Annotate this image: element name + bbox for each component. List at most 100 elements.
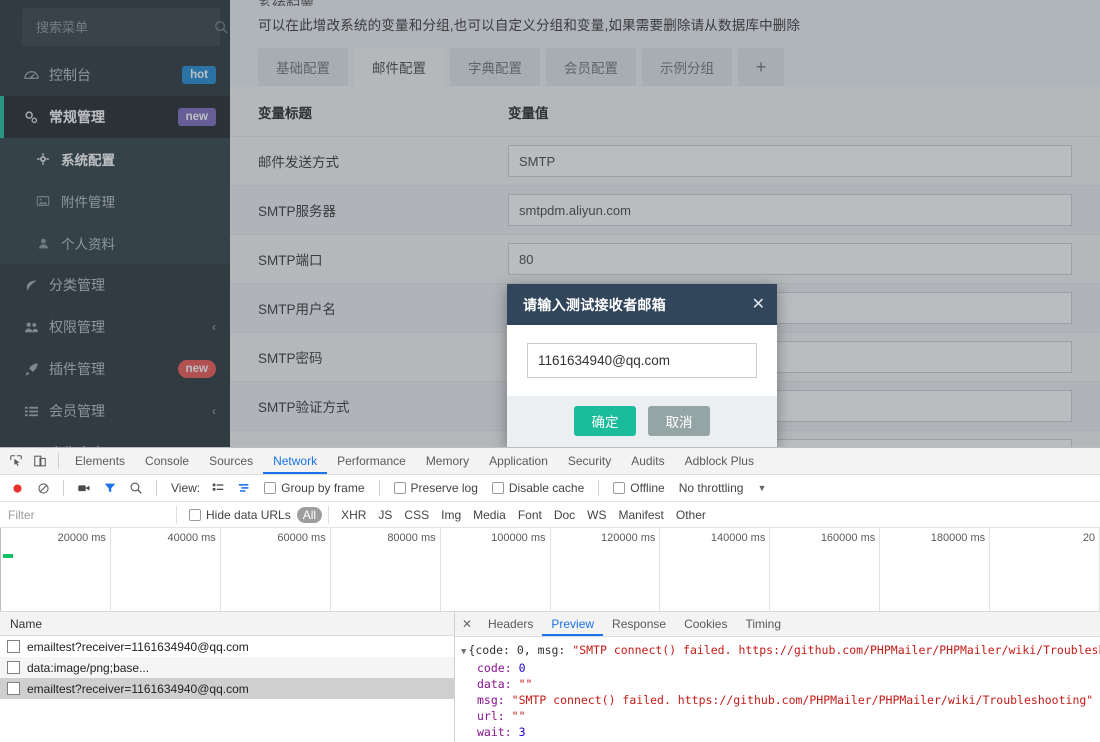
filter-type-manifest[interactable]: Manifest <box>613 507 670 523</box>
close-icon[interactable]: ✕ <box>455 617 479 631</box>
list-icon <box>22 404 40 419</box>
search-input[interactable] <box>34 18 214 36</box>
tab-email-config[interactable]: 邮件配置 <box>354 48 444 86</box>
throttling-value[interactable]: No throttling <box>679 481 744 495</box>
device-toolbar-icon[interactable] <box>28 450 52 472</box>
tab-headers[interactable]: Headers <box>479 612 542 636</box>
cancel-button[interactable]: 取消 <box>648 406 710 436</box>
tab-audits[interactable]: Audits <box>621 448 674 474</box>
divider <box>58 453 59 469</box>
filter-type-css[interactable]: CSS <box>398 507 435 523</box>
filter-type-doc[interactable]: Doc <box>548 507 581 523</box>
filter-type-img[interactable]: Img <box>435 507 467 523</box>
list-item[interactable]: emailtest?receiver=1161634940@qq.com <box>0 678 454 699</box>
close-icon[interactable]: ✕ <box>752 296 765 313</box>
json-summary-row[interactable]: ▼ {code: 0, msg: "SMTP connect() failed. … <box>461 642 1100 660</box>
sidebar-subitem-label: 附件管理 <box>61 195 115 210</box>
record-icon[interactable] <box>5 477 29 499</box>
filter-type-ws[interactable]: WS <box>581 507 612 523</box>
sidebar-item-general-management[interactable]: 常规管理 new <box>0 96 230 138</box>
sidebar-search[interactable] <box>22 8 228 46</box>
document-icon <box>7 682 20 695</box>
sidebar-item-label: 分类管理 <box>49 277 105 293</box>
waterfall-view-icon[interactable] <box>232 477 256 499</box>
filter-type-other[interactable]: Other <box>670 507 712 523</box>
filter-type-all[interactable]: All <box>296 506 323 523</box>
field-smtp-port[interactable] <box>508 243 1072 275</box>
tab-member-config[interactable]: 会员配置 <box>546 48 636 86</box>
sidebar-item-dashboard[interactable]: 控制台 hot <box>0 54 230 96</box>
hide-data-urls-checkbox[interactable]: Hide data URLs <box>183 508 297 522</box>
screenshot-camera-icon[interactable] <box>72 477 96 499</box>
sidebar-item-permission-management[interactable]: 权限管理 ‹ <box>0 306 230 348</box>
user-icon <box>34 237 52 250</box>
chevron-left-icon: ‹ <box>212 404 216 418</box>
tab-console[interactable]: Console <box>135 448 199 474</box>
tab-timing[interactable]: Timing <box>736 612 790 636</box>
divider <box>176 505 177 524</box>
offline-checkbox[interactable]: Offline <box>607 481 670 495</box>
tab-elements[interactable]: Elements <box>65 448 135 474</box>
inspect-element-icon[interactable] <box>4 450 28 472</box>
field-send-method[interactable] <box>508 145 1072 177</box>
disable-cache-checkbox[interactable]: Disable cache <box>486 481 590 495</box>
tab-sources[interactable]: Sources <box>199 448 263 474</box>
filter-type-xhr[interactable]: XHR <box>335 507 372 523</box>
sidebar-item-plugin-management[interactable]: 插件管理 new <box>0 348 230 390</box>
receiver-email-input[interactable] <box>527 343 757 378</box>
json-key: wait: <box>477 725 512 739</box>
sidebar-item-category-management[interactable]: 分类管理 <box>0 264 230 306</box>
disclosure-triangle-icon[interactable]: ▼ <box>461 647 466 657</box>
dialog-title: 请输入测试接收者邮箱 <box>523 296 666 313</box>
sidebar-item-member-management[interactable]: 会员管理 ‹ <box>0 390 230 432</box>
chevron-down-icon[interactable]: ▼ <box>757 483 766 493</box>
tab-performance[interactable]: Performance <box>327 448 416 474</box>
sidebar-item-profile[interactable]: 个人资料 <box>0 222 230 264</box>
sidebar-item-system-config[interactable]: 系统配置 <box>0 138 230 180</box>
timeline-cell: 120000 ms <box>551 528 661 611</box>
tab-sample-group[interactable]: 示例分组 <box>642 48 732 86</box>
document-icon <box>7 640 20 653</box>
tab-network[interactable]: Network <box>263 448 327 474</box>
filter-funnel-icon[interactable] <box>98 477 122 499</box>
tab-basic-config[interactable]: 基础配置 <box>258 48 348 86</box>
filter-type-js[interactable]: JS <box>372 507 398 523</box>
tab-application[interactable]: Application <box>479 448 558 474</box>
request-list-header[interactable]: Name <box>0 612 454 636</box>
tab-security[interactable]: Security <box>558 448 621 474</box>
tab-memory[interactable]: Memory <box>416 448 479 474</box>
timeline-cell: 40000 ms <box>111 528 221 611</box>
sidebar-item-label: 常规管理 <box>49 109 105 125</box>
tab-preview[interactable]: Preview <box>542 612 603 636</box>
detail-tabbar: ✕ Headers Preview Response Cookies Timin… <box>455 612 1100 637</box>
json-key: data: <box>477 677 512 691</box>
search-icon[interactable] <box>124 477 148 499</box>
preserve-log-label: Preserve log <box>410 481 478 495</box>
list-item[interactable]: emailtest?receiver=1161634940@qq.com <box>0 636 454 657</box>
table-row: 邮件发送方式 <box>230 136 1100 185</box>
json-key: url: <box>477 709 505 723</box>
sidebar-subitem-label: 系统配置 <box>61 153 115 168</box>
json-summary-string: "SMTP connect() failed. https://github.c… <box>572 643 1100 657</box>
tab-adblock-plus[interactable]: Adblock Plus <box>675 448 764 474</box>
tab-dict-config[interactable]: 字典配置 <box>450 48 540 86</box>
sidebar-item-attachment-management[interactable]: 附件管理 <box>0 180 230 222</box>
preserve-log-checkbox[interactable]: Preserve log <box>388 481 484 495</box>
group-by-frame-checkbox[interactable]: Group by frame <box>258 481 370 495</box>
filter-type-font[interactable]: Font <box>512 507 548 523</box>
list-view-icon[interactable] <box>206 477 230 499</box>
filter-type-media[interactable]: Media <box>467 507 512 523</box>
add-tab-button[interactable]: + <box>738 48 784 86</box>
field-smtp-server[interactable] <box>508 194 1072 226</box>
sidebar-item-ad-article[interactable]: 广告文章 ‹ <box>0 432 230 447</box>
clear-icon[interactable] <box>31 477 55 499</box>
filter-input[interactable] <box>0 506 170 523</box>
confirm-button[interactable]: 确定 <box>574 406 636 436</box>
network-overview-timeline[interactable]: 20000 ms 40000 ms 60000 ms 80000 ms 1000… <box>0 528 1100 612</box>
list-item[interactable]: data:image/png;base... <box>0 657 454 678</box>
timeline-cell: 20 <box>990 528 1100 611</box>
row-label: 邮件发送方式 <box>258 155 339 170</box>
tab-cookies[interactable]: Cookies <box>675 612 736 636</box>
tab-response[interactable]: Response <box>603 612 675 636</box>
dashboard-icon <box>22 68 40 83</box>
